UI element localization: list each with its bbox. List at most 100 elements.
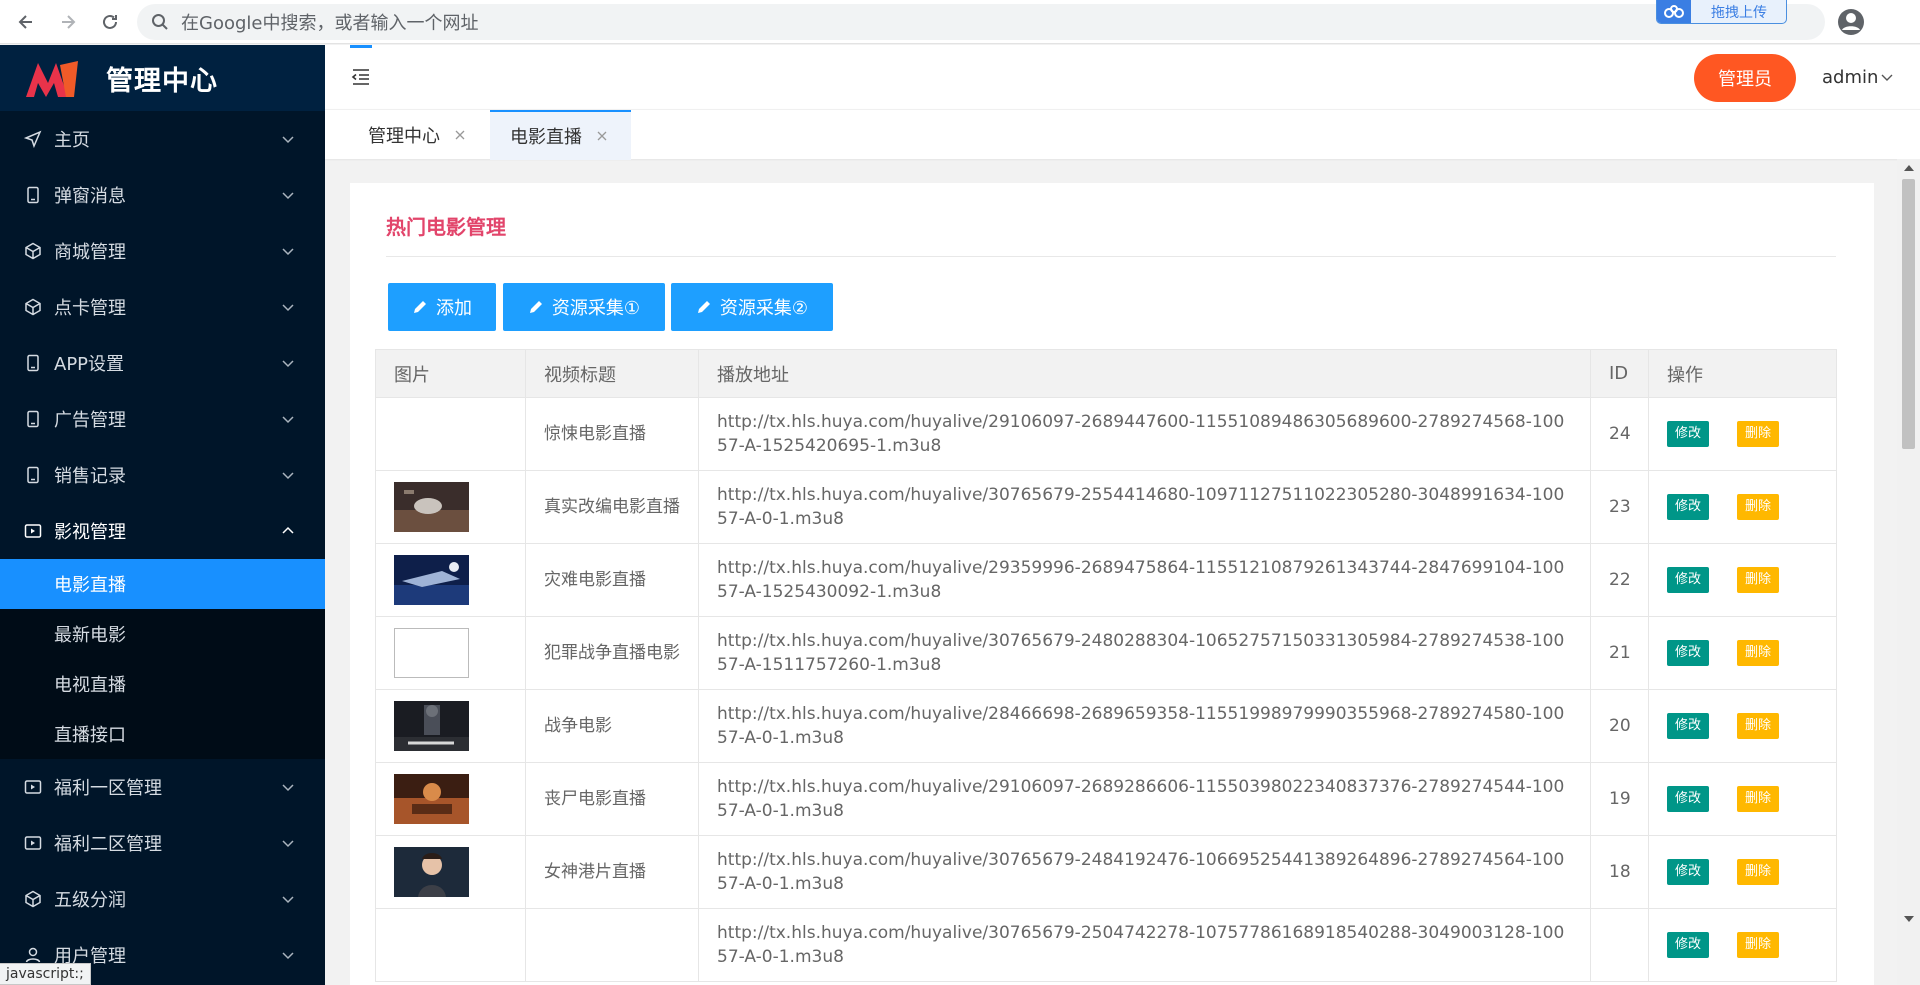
tab-label: 电影直播 bbox=[510, 127, 582, 148]
reload-button[interactable] bbox=[92, 4, 128, 40]
url-cell: http://tx.hls.huya.com/huyalive/30765679… bbox=[698, 616, 1591, 690]
title-cell: 惊悚电影直播 bbox=[525, 397, 699, 471]
menu-item-label: 弹窗消息 bbox=[54, 186, 126, 207]
forward-button[interactable] bbox=[50, 4, 86, 40]
title-cell: 女神港片直播 bbox=[525, 835, 699, 909]
delete-button[interactable]: 删除 bbox=[1737, 786, 1779, 812]
image-cell bbox=[375, 616, 526, 690]
add-button[interactable]: 添加 bbox=[388, 283, 496, 331]
chevron-down-icon[interactable] bbox=[1881, 71, 1893, 83]
movie-poster bbox=[394, 847, 469, 897]
tablet-icon bbox=[24, 410, 42, 428]
role-button[interactable]: 管理员 bbox=[1694, 54, 1796, 102]
chevron-down-icon bbox=[282, 784, 294, 792]
menu-item-home[interactable]: 主页 bbox=[0, 111, 325, 167]
image-cell bbox=[375, 689, 526, 763]
collect-resource-1-button[interactable]: 资源采集① bbox=[503, 283, 665, 331]
column-header: 视频标题 bbox=[525, 349, 699, 398]
table-row: 真实改编电影直播 http://tx.hls.huya.com/huyalive… bbox=[375, 470, 1837, 544]
pencil-icon bbox=[414, 301, 426, 313]
id-cell: 23 bbox=[1590, 470, 1649, 544]
edit-button[interactable]: 修改 bbox=[1667, 494, 1709, 520]
back-button[interactable] bbox=[8, 4, 44, 40]
tab-label: 管理中心 bbox=[368, 126, 440, 147]
movie-poster bbox=[394, 774, 469, 824]
column-header: 播放地址 bbox=[698, 349, 1591, 398]
menu-item-welfare-2[interactable]: 福利二区管理 bbox=[0, 815, 325, 871]
submenu-item-latest-movies[interactable]: 最新电影 bbox=[0, 609, 325, 659]
edit-button[interactable]: 修改 bbox=[1667, 713, 1709, 739]
delete-button[interactable]: 删除 bbox=[1737, 494, 1779, 520]
scroll-up-arrow-icon[interactable] bbox=[1904, 165, 1914, 171]
menu-item-mall[interactable]: 商城管理 bbox=[0, 223, 325, 279]
column-header: 图片 bbox=[375, 349, 526, 398]
menu-item-popup-messages[interactable]: 弹窗消息 bbox=[0, 167, 325, 223]
scroll-down-arrow-icon[interactable] bbox=[1904, 916, 1914, 922]
status-bar-url: javascript:; bbox=[0, 963, 91, 985]
video-icon bbox=[24, 834, 42, 852]
pencil-icon bbox=[697, 301, 710, 313]
chevron-down-icon bbox=[282, 136, 294, 144]
address-bar[interactable]: 在Google中搜索，或者输入一个网址 bbox=[137, 4, 1825, 40]
image-cell bbox=[375, 470, 526, 544]
upload-label: 拖拽上传 bbox=[1711, 4, 1767, 21]
scrollbar[interactable] bbox=[1897, 159, 1920, 985]
title-cell: 丧尸电影直播 bbox=[525, 762, 699, 836]
video-icon bbox=[24, 778, 42, 796]
content-card: 热门电影管理 添加 资源采集① 资源采集② 图片 视频标题 播放地址 ID 操作 bbox=[350, 183, 1874, 985]
url-cell: http://tx.hls.huya.com/huyalive/28466698… bbox=[698, 689, 1591, 763]
edit-button[interactable]: 修改 bbox=[1667, 640, 1709, 666]
delete-button[interactable]: 删除 bbox=[1737, 567, 1779, 593]
close-icon[interactable] bbox=[596, 130, 608, 142]
url-cell: http://tx.hls.huya.com/huyalive/30765679… bbox=[698, 908, 1591, 982]
menu-item-video[interactable]: 影视管理 bbox=[0, 503, 325, 559]
menu-item-sales[interactable]: 销售记录 bbox=[0, 447, 325, 503]
menu-item-profit-share[interactable]: 五级分润 bbox=[0, 871, 325, 927]
submenu-item-live-api[interactable]: 直播接口 bbox=[0, 709, 325, 759]
tab-movie-live[interactable]: 电影直播 bbox=[490, 110, 631, 160]
delete-button[interactable]: 删除 bbox=[1737, 421, 1779, 447]
logo-mark bbox=[26, 61, 78, 97]
scroll-thumb[interactable] bbox=[1902, 179, 1915, 449]
delete-button[interactable]: 删除 bbox=[1737, 640, 1779, 666]
image-cell bbox=[375, 908, 526, 982]
menu-item-label: 福利二区管理 bbox=[54, 834, 162, 855]
actions-cell: 修改 删除 bbox=[1648, 908, 1837, 982]
tab-admin-center[interactable]: 管理中心 bbox=[325, 110, 475, 160]
close-icon[interactable] bbox=[454, 129, 466, 141]
edit-button[interactable]: 修改 bbox=[1667, 859, 1709, 885]
table-row: 犯罪战争直播电影 http://tx.hls.huya.com/huyalive… bbox=[375, 616, 1837, 690]
title-cell: 战争电影 bbox=[525, 689, 699, 763]
edit-button[interactable]: 修改 bbox=[1667, 567, 1709, 593]
tablet-icon bbox=[24, 466, 42, 484]
menu-item-ads[interactable]: 广告管理 bbox=[0, 391, 325, 447]
menu-item-welfare-1[interactable]: 福利一区管理 bbox=[0, 759, 325, 815]
edit-button[interactable]: 修改 bbox=[1667, 932, 1709, 958]
sidebar: 管理中心 主页 弹窗消息 商城管理 点卡管理 APP设置 广告管理 销售记录 影… bbox=[0, 45, 325, 985]
upload-widget[interactable]: 拖拽上传 bbox=[1656, 0, 1787, 24]
title-cell: 真实改编电影直播 bbox=[525, 470, 699, 544]
chevron-down-icon bbox=[282, 840, 294, 848]
delete-button[interactable]: 删除 bbox=[1737, 859, 1779, 885]
tablet-icon bbox=[24, 354, 42, 372]
title-cell: 灾难电影直播 bbox=[525, 543, 699, 617]
user-menu[interactable]: admin bbox=[1822, 67, 1878, 88]
menu-item-card[interactable]: 点卡管理 bbox=[0, 279, 325, 335]
card-title: 热门电影管理 bbox=[386, 215, 506, 239]
menu-fold-icon[interactable] bbox=[350, 66, 372, 88]
submenu-item-tv-live[interactable]: 电视直播 bbox=[0, 659, 325, 709]
delete-button[interactable]: 删除 bbox=[1737, 713, 1779, 739]
edit-button[interactable]: 修改 bbox=[1667, 786, 1709, 812]
edit-button[interactable]: 修改 bbox=[1667, 421, 1709, 447]
menu-item-app-settings[interactable]: APP设置 bbox=[0, 335, 325, 391]
chevron-down-icon bbox=[282, 952, 294, 960]
collect-resource-2-button[interactable]: 资源采集② bbox=[671, 283, 833, 331]
menu-item-label: APP设置 bbox=[54, 354, 125, 375]
column-header: 操作 bbox=[1648, 349, 1837, 398]
account-icon[interactable] bbox=[1836, 7, 1866, 37]
movie-poster bbox=[394, 555, 469, 605]
submenu-item-movie-live[interactable]: 电影直播 bbox=[0, 559, 325, 609]
image-cell bbox=[375, 835, 526, 909]
menu-item-label: 点卡管理 bbox=[54, 298, 126, 319]
delete-button[interactable]: 删除 bbox=[1737, 932, 1779, 958]
